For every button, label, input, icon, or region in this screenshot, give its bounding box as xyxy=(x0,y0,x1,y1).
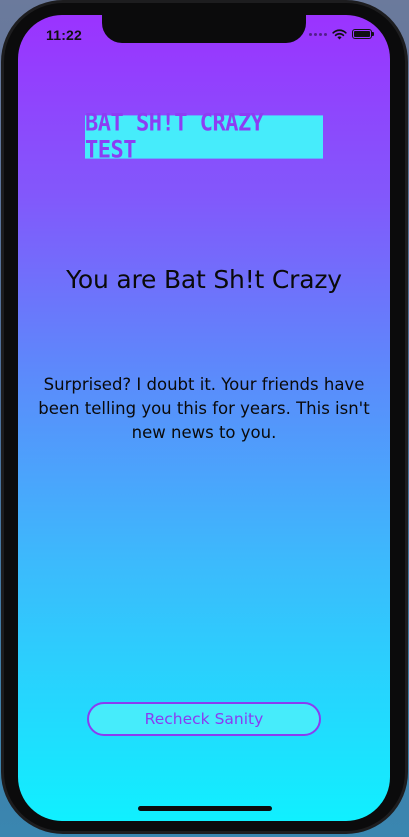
wifi-icon xyxy=(332,28,347,39)
recheck-sanity-button[interactable]: Recheck Sanity xyxy=(87,702,321,736)
signal-dots-icon xyxy=(309,32,327,36)
status-icons xyxy=(309,27,374,41)
result-heading: You are Bat Sh!t Crazy xyxy=(66,265,342,294)
result-description: Surprised? I doubt it. Your friends have… xyxy=(38,375,370,442)
battery-fill xyxy=(354,31,370,37)
notch xyxy=(102,15,306,43)
home-indicator[interactable] xyxy=(138,806,272,811)
app-screen: 11:22 BAT SH!T CRAZY TEST You are Bat Sh… xyxy=(18,15,390,821)
battery-icon xyxy=(352,29,374,39)
simulator-background: 11:22 BAT SH!T CRAZY TEST You are Bat Sh… xyxy=(0,0,409,837)
app-title-banner: BAT SH!T CRAZY TEST xyxy=(85,110,323,164)
status-time: 11:22 xyxy=(46,27,83,43)
